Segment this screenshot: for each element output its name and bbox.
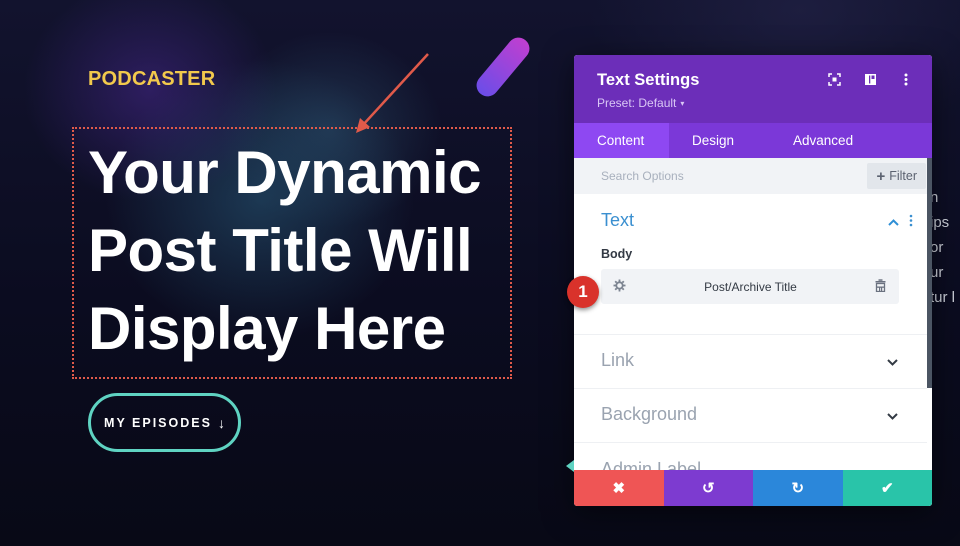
search-row: + Filter	[574, 158, 932, 194]
link-section[interactable]: Link	[574, 335, 927, 389]
bg-text-line: n ips	[930, 189, 950, 231]
site-brand: PODCASTER	[88, 68, 216, 90]
panel-footer: ✖ ↺ ↻ ✔	[574, 470, 932, 506]
check-icon: ✔	[880, 480, 894, 497]
link-section-title: Link	[601, 350, 635, 370]
undo-icon: ↺	[701, 480, 715, 497]
search-options-input[interactable]	[601, 169, 821, 183]
dynamic-content-field[interactable]: Post/Archive Title	[601, 269, 899, 304]
save-button[interactable]: ✔	[842, 470, 932, 506]
split-view-icon[interactable]	[862, 71, 878, 87]
tab-advanced[interactable]: Advanced	[770, 123, 876, 158]
background-body-text: n ips or ur tur l	[930, 185, 960, 310]
arrow-down-icon: ↓	[217, 414, 225, 431]
caret-down-icon: ▾	[680, 98, 685, 108]
tab-content[interactable]: Content	[574, 123, 669, 158]
panel-scrollbar-thumb[interactable]	[927, 158, 932, 388]
preset-label: Preset: Default	[597, 96, 677, 110]
panel-header[interactable]: Text Settings Preset: Default ▾	[574, 55, 932, 123]
post-title-heading[interactable]: Your Dynamic Post Title Will Display Her…	[88, 134, 518, 368]
step-badge: 1	[567, 276, 599, 308]
close-icon: ✖	[612, 480, 626, 497]
tab-design[interactable]: Design	[669, 123, 770, 158]
redo-button[interactable]: ↻	[753, 470, 843, 506]
chevron-down-icon[interactable]	[887, 355, 898, 369]
preset-dropdown[interactable]: Preset: Default ▾	[597, 96, 684, 110]
undo-button[interactable]: ↺	[663, 470, 753, 506]
more-options-icon[interactable]	[898, 71, 914, 87]
text-section-title[interactable]: Text	[601, 210, 900, 231]
section-options-icon[interactable]	[909, 214, 913, 230]
fullscreen-icon[interactable]	[826, 71, 842, 87]
my-episodes-button[interactable]: MY EPISODES ↓	[88, 393, 241, 452]
cancel-button[interactable]: ✖	[574, 470, 664, 506]
dynamic-content-value: Post/Archive Title	[704, 279, 797, 294]
filter-button[interactable]: + Filter	[867, 163, 926, 189]
my-episodes-label: MY EPISODES	[104, 415, 212, 430]
body-field-label: Body	[601, 247, 633, 261]
bg-text-line: or ur	[930, 239, 944, 281]
background-section[interactable]: Background	[574, 389, 927, 443]
redo-icon: ↻	[791, 480, 805, 497]
filter-label: Filter	[889, 169, 917, 183]
panel-pointer	[566, 460, 574, 472]
trash-icon[interactable]	[875, 278, 886, 295]
text-section: Text Body Post/Archive Title	[574, 194, 927, 335]
gear-icon[interactable]	[613, 279, 626, 295]
text-settings-panel: Text Settings Preset: Default ▾ Content …	[574, 55, 932, 506]
background-section-title: Background	[601, 404, 698, 424]
plus-icon: +	[876, 167, 886, 185]
chevron-down-icon[interactable]	[887, 409, 898, 423]
panel-tabs: Content Design Advanced	[574, 123, 932, 158]
chevron-up-icon[interactable]	[888, 215, 899, 229]
bg-text-line: tur l	[930, 289, 956, 306]
